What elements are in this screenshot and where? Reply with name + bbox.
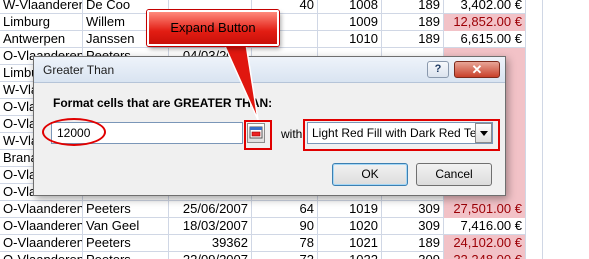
cell-d[interactable]: 72	[252, 252, 318, 259]
cell-c[interactable]: 39362	[169, 235, 252, 252]
cell-i[interactable]	[543, 48, 589, 65]
cell-a[interactable]: O-Vlaanderen	[0, 235, 83, 252]
cell-h[interactable]	[526, 65, 543, 82]
cell-i[interactable]	[543, 99, 589, 116]
help-icon[interactable]: ?	[427, 61, 449, 78]
cell-i[interactable]	[543, 14, 589, 31]
cell-e[interactable]: 1021	[318, 235, 382, 252]
cell-g[interactable]: 27,501.00 €	[444, 201, 526, 218]
cell-b[interactable]: Van Geel	[83, 218, 169, 235]
cell-h[interactable]	[526, 235, 543, 252]
cell-i[interactable]	[543, 218, 589, 235]
cell-i[interactable]	[543, 31, 589, 48]
cell-c[interactable]: 22/09/2007	[169, 252, 252, 259]
cell-g[interactable]: 6,615.00 €	[444, 31, 526, 48]
cell-e[interactable]: 1020	[318, 218, 382, 235]
cell-e[interactable]: 1009	[318, 14, 382, 31]
dialog-title: Greater Than	[43, 63, 115, 77]
cell-f[interactable]: 309	[382, 218, 444, 235]
cell-h[interactable]	[526, 82, 543, 99]
cell-i[interactable]	[543, 201, 589, 218]
cell-h[interactable]	[526, 252, 543, 259]
cell-a[interactable]: Limburg	[0, 14, 83, 31]
table-row: O-Vlaanderen Van Geel 18/03/2007 90 1020 309 7…	[0, 218, 589, 235]
cell-e[interactable]: 1019	[318, 201, 382, 218]
cell-i[interactable]	[543, 133, 589, 150]
cell-f[interactable]: 189	[382, 14, 444, 31]
cell-g[interactable]: 24,102.00 €	[444, 235, 526, 252]
table-row: O-VlaanderenPeeters22/09/200772102230922…	[0, 252, 589, 259]
cell-a[interactable]: O-Vlaanderen	[0, 201, 83, 218]
table-row: W-Vlaanderen De Coo 40 1008 189 3,402.00 €	[0, 0, 589, 14]
cell-a[interactable]: Antwerpen	[0, 31, 83, 48]
cell-g[interactable]: 12,852.00 €	[444, 14, 526, 31]
cell-i[interactable]	[543, 65, 589, 82]
cell-a[interactable]: O-Vlaanderen	[0, 218, 83, 235]
format-select-highlight-box	[303, 119, 500, 151]
cell-f[interactable]: 189	[382, 0, 444, 14]
cell-h[interactable]	[526, 201, 543, 218]
dialog-prompt: Format cells that are GREATER THAN:	[53, 96, 273, 110]
cell-b[interactable]: Peeters	[83, 201, 169, 218]
close-icon[interactable]: ✕	[454, 61, 500, 78]
expand-button-highlight-box	[244, 120, 272, 150]
cell-i[interactable]	[543, 252, 589, 259]
cell-i[interactable]	[543, 116, 589, 133]
cell-g[interactable]: 3,402.00 €	[444, 0, 526, 14]
cell-h[interactable]	[526, 167, 543, 184]
cell-f[interactable]: 189	[382, 31, 444, 48]
cell-d[interactable]: 90	[252, 218, 318, 235]
table-row: O-Vlaanderen Peeters 25/06/2007 64 1019 309 27…	[0, 201, 589, 218]
cancel-button[interactable]: Cancel	[416, 163, 492, 186]
cell-f[interactable]: 189	[382, 235, 444, 252]
ok-button[interactable]: OK	[332, 163, 408, 186]
cell-a[interactable]: W-Vlaanderen	[0, 0, 83, 14]
cell-e[interactable]: 1022	[318, 252, 382, 259]
cell-i[interactable]	[543, 184, 589, 201]
cell-h[interactable]	[526, 150, 543, 167]
cell-d[interactable]: 64	[252, 201, 318, 218]
value-highlight-ellipse	[42, 118, 106, 146]
cell-b[interactable]: Peeters	[83, 235, 169, 252]
expand-button-callout: Expand Button	[147, 10, 279, 46]
cell-h[interactable]	[526, 218, 543, 235]
cell-h[interactable]	[526, 14, 543, 31]
cell-i[interactable]	[543, 82, 589, 99]
table-row: Limburg Willem 1009 189 12,852.00 €	[0, 14, 589, 31]
cell-h[interactable]	[526, 133, 543, 150]
cell-a[interactable]: O-Vlaanderen	[0, 252, 83, 259]
cell-h[interactable]	[526, 31, 543, 48]
cell-g[interactable]: 7,416.00 €	[444, 218, 526, 235]
cell-h[interactable]	[526, 0, 543, 14]
cell-c[interactable]: 18/03/2007	[169, 218, 252, 235]
cell-h[interactable]	[526, 184, 543, 201]
cell-b[interactable]: Peeters	[83, 252, 169, 259]
cell-d[interactable]: 78	[252, 235, 318, 252]
cell-c[interactable]: 25/06/2007	[169, 201, 252, 218]
table-row: Antwerpen Janssen 1010 189 6,615.00 €	[0, 31, 589, 48]
cell-i[interactable]	[543, 150, 589, 167]
cell-e[interactable]: 1010	[318, 31, 382, 48]
cell-i[interactable]	[543, 167, 589, 184]
cell-i[interactable]	[543, 235, 589, 252]
cell-g[interactable]: 22,248.00 €	[444, 252, 526, 259]
cell-e[interactable]: 1008	[318, 0, 382, 14]
cell-h[interactable]	[526, 48, 543, 65]
cell-h[interactable]	[526, 116, 543, 133]
cell-f[interactable]: 309	[382, 252, 444, 259]
cell-f[interactable]: 309	[382, 201, 444, 218]
table-row: O-Vlaanderen Peeters 39362 78 1021 189 24,102.…	[0, 235, 589, 252]
cell-i[interactable]	[543, 0, 589, 14]
with-label: with	[281, 127, 303, 141]
cell-h[interactable]	[526, 99, 543, 116]
dialog-titlebar[interactable]: Greater Than ? ✕	[34, 57, 505, 83]
